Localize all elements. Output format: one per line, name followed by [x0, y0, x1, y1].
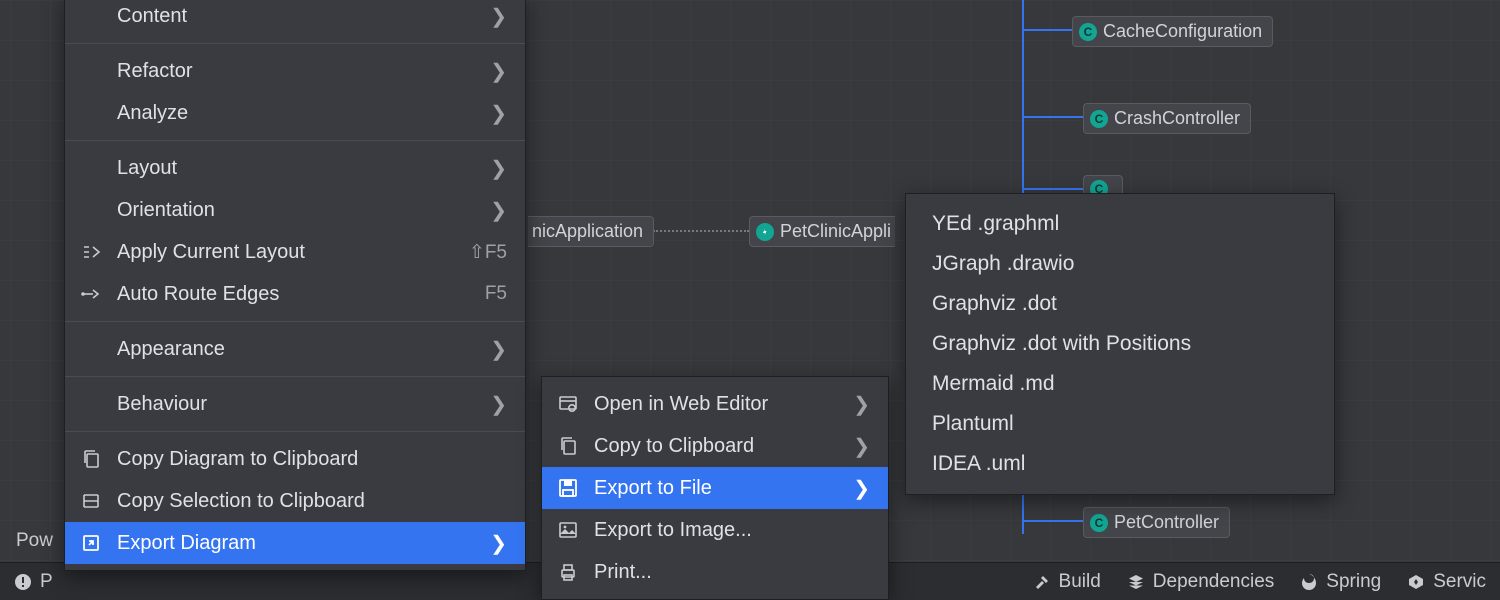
diagram-node-pet-controller[interactable]: C PetController — [1083, 507, 1230, 538]
chevron-right-icon: ❯ — [490, 156, 507, 181]
diagram-node-application-left-fragment[interactable]: nicApplication — [528, 216, 654, 247]
node-label: CacheConfiguration — [1103, 21, 1262, 42]
menu-item-analyze[interactable]: Analyze ❯ — [65, 92, 525, 134]
menu-item-copy-diagram[interactable]: Copy Diagram to Clipboard — [65, 438, 525, 480]
export-submenu: Open in Web Editor ❯ Copy to Clipboard ❯… — [541, 376, 889, 600]
problems-tool-button[interactable]: P — [14, 571, 53, 593]
menu-separator — [65, 431, 525, 432]
menu-item-appearance[interactable]: Appearance ❯ — [65, 328, 525, 370]
format-option-jgraph[interactable]: JGraph .drawio — [906, 244, 1334, 284]
print-icon — [556, 562, 580, 582]
services-icon — [1407, 573, 1425, 591]
context-menu: Content ❯ Refactor ❯ Analyze ❯ Layout ❯ … — [64, 0, 526, 571]
build-tool-button[interactable]: Build — [1033, 571, 1101, 593]
menu-item-layout[interactable]: Layout ❯ — [65, 147, 525, 189]
submenu-item-print[interactable]: Print... — [542, 551, 888, 593]
hammer-icon — [1033, 573, 1051, 591]
chevron-right-icon: ❯ — [853, 392, 870, 417]
diagram-node-application-center[interactable]: PetClinicAppli — [749, 216, 895, 247]
menu-item-apply-current-layout[interactable]: Apply Current Layout ⇧F5 — [65, 231, 525, 273]
menu-item-auto-route-edges[interactable]: Auto Route Edges F5 — [65, 273, 525, 315]
menu-separator — [65, 321, 525, 322]
layers-icon — [1127, 573, 1145, 591]
submenu-item-export-file[interactable]: Export to File ❯ — [542, 467, 888, 509]
submenu-item-export-image[interactable]: Export to Image... — [542, 509, 888, 551]
shortcut-label: F5 — [485, 283, 507, 305]
diagram-node-cache-configuration[interactable]: C CacheConfiguration — [1072, 16, 1273, 47]
node-label: PetClinicAppli — [780, 221, 891, 242]
spring-icon — [1300, 573, 1318, 591]
tool-label: Build — [1059, 571, 1101, 593]
format-option-dot[interactable]: Graphviz .dot — [906, 284, 1334, 324]
copy-icon — [79, 449, 103, 469]
edge-branch-hidden — [1022, 188, 1084, 190]
class-icon: C — [1079, 23, 1097, 41]
edge-to-pet — [1022, 520, 1084, 522]
bottom-bar-fragment: Pow — [16, 530, 53, 552]
menu-item-content[interactable]: Content ❯ — [65, 0, 525, 37]
chevron-right-icon: ❯ — [853, 476, 870, 501]
spring-tool-button[interactable]: Spring — [1300, 571, 1381, 593]
chevron-right-icon: ❯ — [853, 434, 870, 459]
chevron-right-icon: ❯ — [490, 101, 507, 126]
chevron-right-icon: ❯ — [490, 198, 507, 223]
spring-boot-icon — [756, 223, 774, 241]
class-icon: C — [1090, 514, 1108, 532]
format-option-dot-positions[interactable]: Graphviz .dot with Positions — [906, 324, 1334, 364]
menu-item-copy-selection[interactable]: Copy Selection to Clipboard — [65, 480, 525, 522]
submenu-item-copy-clipboard[interactable]: Copy to Clipboard ❯ — [542, 425, 888, 467]
menu-separator — [65, 376, 525, 377]
shortcut-label: ⇧F5 — [469, 241, 507, 264]
edge-dotted — [653, 230, 749, 232]
edge-to-cache — [1022, 29, 1074, 31]
web-editor-icon — [556, 395, 580, 413]
chevron-right-icon: ❯ — [490, 337, 507, 362]
menu-separator — [65, 140, 525, 141]
submenu-item-open-web-editor[interactable]: Open in Web Editor ❯ — [542, 383, 888, 425]
problems-icon — [14, 573, 32, 591]
tool-label: P — [40, 571, 53, 593]
format-option-plantuml[interactable]: Plantuml — [906, 404, 1334, 444]
chevron-right-icon: ❯ — [490, 531, 507, 556]
services-tool-button[interactable]: Servic — [1407, 571, 1486, 593]
edge-to-crash — [1022, 116, 1084, 118]
node-label: CrashController — [1114, 108, 1240, 129]
chevron-right-icon: ❯ — [490, 4, 507, 29]
format-option-idea-uml[interactable]: IDEA .uml — [906, 444, 1334, 484]
menu-item-refactor[interactable]: Refactor ❯ — [65, 50, 525, 92]
node-label: PetController — [1114, 512, 1219, 533]
save-icon — [556, 478, 580, 498]
menu-item-orientation[interactable]: Orientation ❯ — [65, 189, 525, 231]
image-icon — [556, 521, 580, 539]
format-option-mermaid[interactable]: Mermaid .md — [906, 364, 1334, 404]
tool-label: Servic — [1433, 571, 1486, 593]
tool-label: Dependencies — [1153, 571, 1274, 593]
menu-separator — [65, 43, 525, 44]
apply-layout-icon — [79, 243, 103, 261]
class-icon: C — [1090, 110, 1108, 128]
export-icon — [79, 534, 103, 552]
auto-route-icon — [79, 287, 103, 301]
tool-label: Spring — [1326, 571, 1381, 593]
copy-selection-icon — [79, 492, 103, 510]
export-file-format-submenu: YEd .graphml JGraph .drawio Graphviz .do… — [905, 193, 1335, 495]
menu-item-behaviour[interactable]: Behaviour ❯ — [65, 383, 525, 425]
dependencies-tool-button[interactable]: Dependencies — [1127, 571, 1274, 593]
format-option-yed[interactable]: YEd .graphml — [906, 204, 1334, 244]
menu-item-export-diagram[interactable]: Export Diagram ❯ — [65, 522, 525, 564]
node-label: nicApplication — [532, 221, 643, 242]
chevron-right-icon: ❯ — [490, 392, 507, 417]
chevron-right-icon: ❯ — [490, 59, 507, 84]
diagram-node-crash-controller[interactable]: C CrashController — [1083, 103, 1251, 134]
copy-icon — [556, 436, 580, 456]
